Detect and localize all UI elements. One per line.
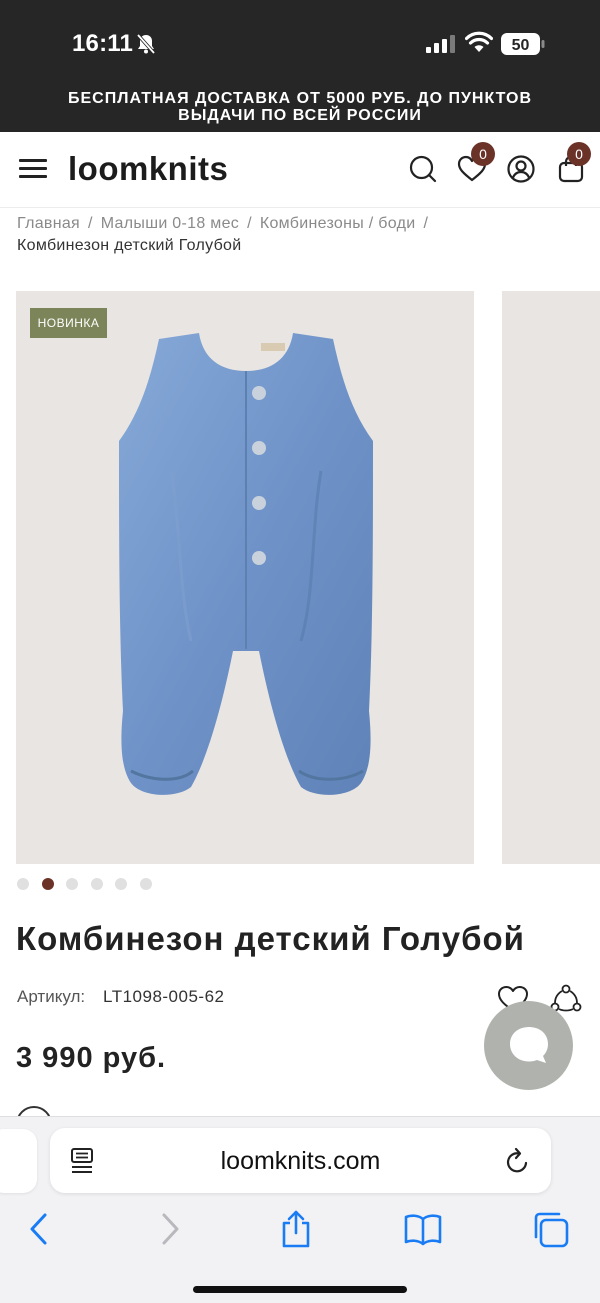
breadcrumb-babies[interactable]: Малыши 0-18 мес [101,215,239,232]
promo-banner: БЕСПЛАТНАЯ ДОСТАВКА ОТ 5000 РУБ. ДО ПУНК… [0,90,600,124]
chat-bubble-icon [510,1027,548,1063]
gallery-dot[interactable] [90,877,103,890]
bookmarks-book-icon[interactable] [403,1209,443,1249]
wishlist-count-badge: 0 [471,142,495,166]
promo-line-1: БЕСПЛАТНАЯ ДОСТАВКА ОТ 5000 РУБ. ДО ПУНК… [67,90,533,107]
home-indicator [193,1286,407,1293]
promo-line-2: ВЫДАЧИ ПО ВСЕЙ РОССИИ [178,107,422,124]
product-image [119,333,373,795]
forward-arrow-icon[interactable] [150,1209,190,1249]
wifi-icon [465,31,493,52]
bell-slash-icon [136,33,156,55]
gallery-dot[interactable] [115,877,127,890]
account-icon[interactable] [506,154,536,184]
cellular-signal-icon [426,35,455,53]
site-logo[interactable]: loomknits [68,150,228,188]
url-text[interactable]: loomknits.com [50,1147,551,1176]
next-product-image-slide[interactable] [502,291,600,864]
new-badge: НОВИНКА [30,308,107,338]
sku-label: Артикул: [17,987,86,1006]
breadcrumb-separator: / [88,215,93,232]
chat-button[interactable] [484,1001,573,1090]
gallery-dot[interactable] [139,877,152,890]
reload-icon[interactable] [505,1147,531,1175]
breadcrumb-separator: / [247,215,252,232]
cart-count-badge: 0 [567,142,591,166]
gallery-dot[interactable] [17,877,29,890]
breadcrumb-separator: / [423,215,429,232]
product-price: 3 990 руб. [16,1042,167,1074]
product-image-slide[interactable]: НОВИНКА [16,291,474,864]
gallery-dot[interactable] [66,877,78,890]
search-icon[interactable] [408,154,438,184]
gallery-pagination [17,875,164,890]
product-title: Комбинезон детский Голубой [16,920,525,957]
gallery-dot-active[interactable] [41,877,54,890]
menu-button[interactable] [19,159,47,181]
product-gallery[interactable]: НОВИНКА [16,291,600,864]
previous-tab-peek[interactable] [0,1129,37,1193]
browser-toolbar: loomknits.com [0,1116,600,1303]
breadcrumb-rompers[interactable]: Комбинезоны / боди [260,215,416,232]
back-arrow-icon[interactable] [19,1209,59,1249]
battery-level: 50 [512,37,530,54]
breadcrumb: Главная / Малыши 0-18 мес / Комбинезоны / бо… [17,213,577,257]
status-time: 16:11 [72,30,134,57]
top-banner: 16:11 50 БЕСПЛАТНАЯ ДОСТАВКА ОТ 5000 РУБ… [0,0,600,132]
tabs-overview-icon[interactable] [531,1209,571,1249]
share-sheet-icon[interactable] [276,1209,316,1249]
site-header: loomknits 0 0 [0,132,600,208]
sku-value: LT1098-005-62 [103,987,225,1006]
address-bar[interactable]: loomknits.com [50,1128,551,1193]
battery-icon: 50 [501,33,545,55]
breadcrumb-current: Комбинезон детский Голубой [17,237,242,254]
breadcrumb-home[interactable]: Главная [17,215,80,232]
